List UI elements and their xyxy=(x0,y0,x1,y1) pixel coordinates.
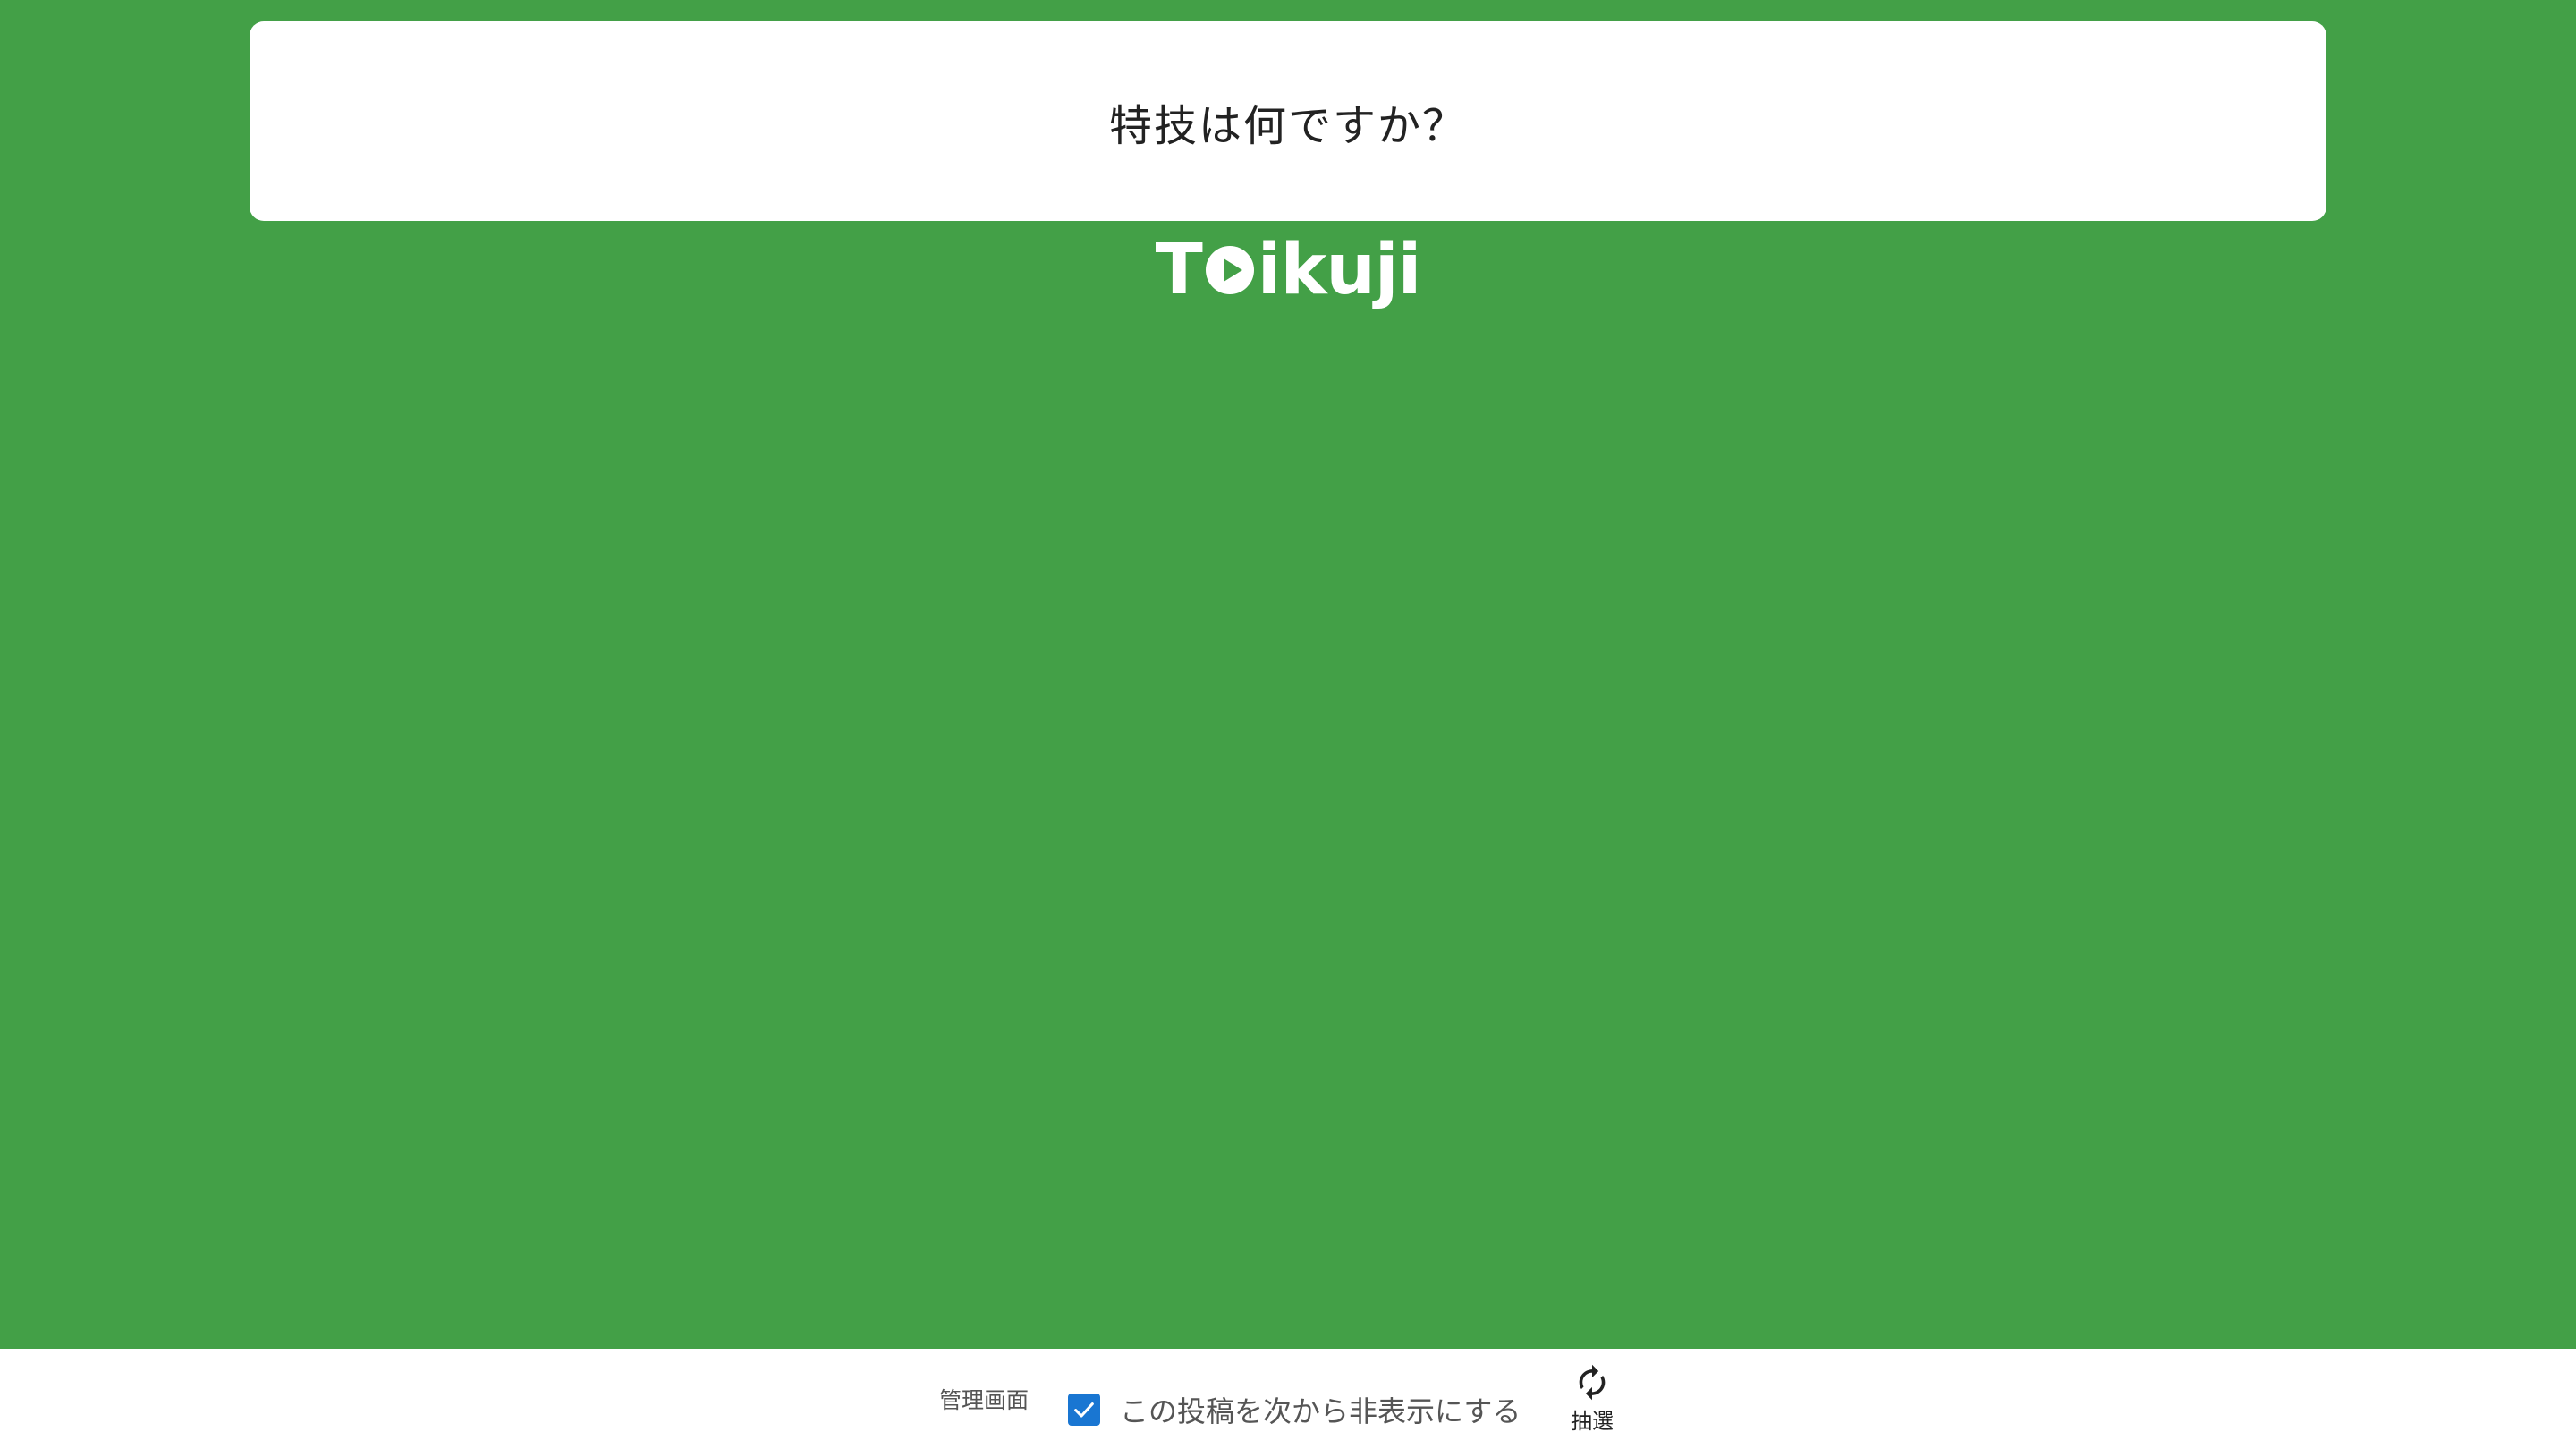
refresh-icon xyxy=(1579,1364,1606,1401)
admin-panel-link[interactable]: 管理画面 xyxy=(939,1383,1029,1415)
logo-text-end: ikuji xyxy=(1257,230,1422,310)
hide-post-label: この投稿を次から非表示にする xyxy=(1120,1394,1521,1428)
draw-button-label: 抽選 xyxy=(1571,1409,1614,1434)
hide-post-checkbox[interactable] xyxy=(1068,1394,1100,1426)
main-stage: 特技は何ですか？ T ikuji xyxy=(0,0,2576,1349)
hide-post-toggle[interactable]: この投稿を次から非表示にする xyxy=(1068,1389,1521,1430)
logo-text-start: T xyxy=(1155,230,1203,310)
logo-text: T ikuji xyxy=(1155,230,1422,310)
question-text: 特技は何ですか？ xyxy=(1108,100,1467,151)
draw-button[interactable]: 抽選 xyxy=(1556,1363,1628,1435)
question-card: 特技は何ですか？ xyxy=(250,21,2326,221)
play-icon xyxy=(1205,246,1254,294)
checkmark-icon xyxy=(1074,1402,1094,1418)
toikuji-logo: T ikuji xyxy=(1145,234,1431,306)
